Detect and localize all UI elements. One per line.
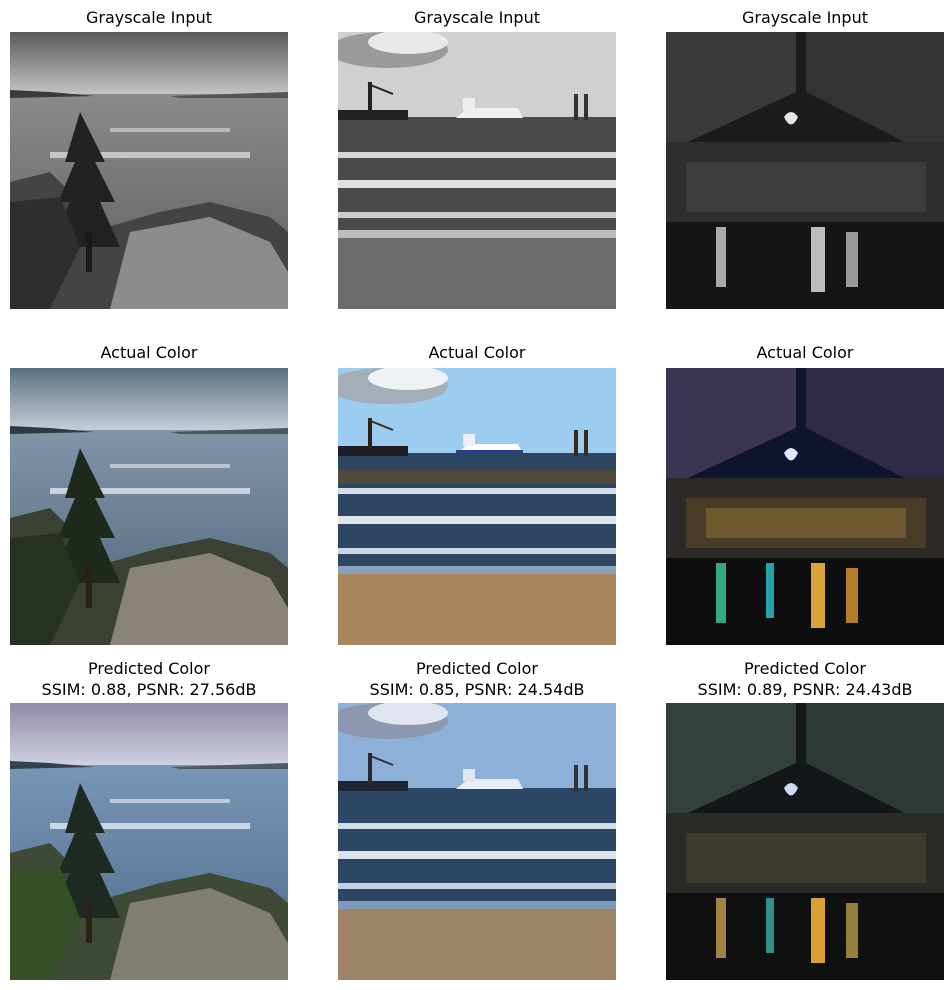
- image-beach-grayscale: [338, 32, 616, 309]
- panel-metrics-r3c2: SSIM: 0.85, PSNR: 24.54dB: [369, 680, 585, 699]
- panel-title-r2c3: Actual Color: [756, 343, 854, 362]
- image-city-actual-color: [666, 368, 944, 645]
- panel-title-r3c3: Predicted Color: [744, 659, 866, 678]
- panel-title-r2c1: Actual Color: [100, 343, 198, 362]
- panel-title-r2c2: Actual Color: [428, 343, 526, 362]
- panel-title-r1c3: Grayscale Input: [742, 8, 868, 27]
- image-beach-actual-color: [338, 368, 616, 645]
- panel-title-r3c2: Predicted Color: [416, 659, 538, 678]
- image-beach-predicted-color: [338, 703, 616, 980]
- panel-title-r1c1: Grayscale Input: [86, 8, 212, 27]
- panel-metrics-r3c1: SSIM: 0.88, PSNR: 27.56dB: [41, 680, 257, 699]
- image-city-predicted-color: [666, 703, 944, 980]
- panel-title-r3c1: Predicted Color: [88, 659, 210, 678]
- image-lake-predicted-color: [10, 703, 288, 980]
- image-lake-actual-color: [10, 368, 288, 645]
- image-city-grayscale: [666, 32, 944, 309]
- image-lake-grayscale: [10, 32, 288, 309]
- panel-metrics-r3c3: SSIM: 0.89, PSNR: 24.43dB: [697, 680, 913, 699]
- panel-title-r1c2: Grayscale Input: [414, 8, 540, 27]
